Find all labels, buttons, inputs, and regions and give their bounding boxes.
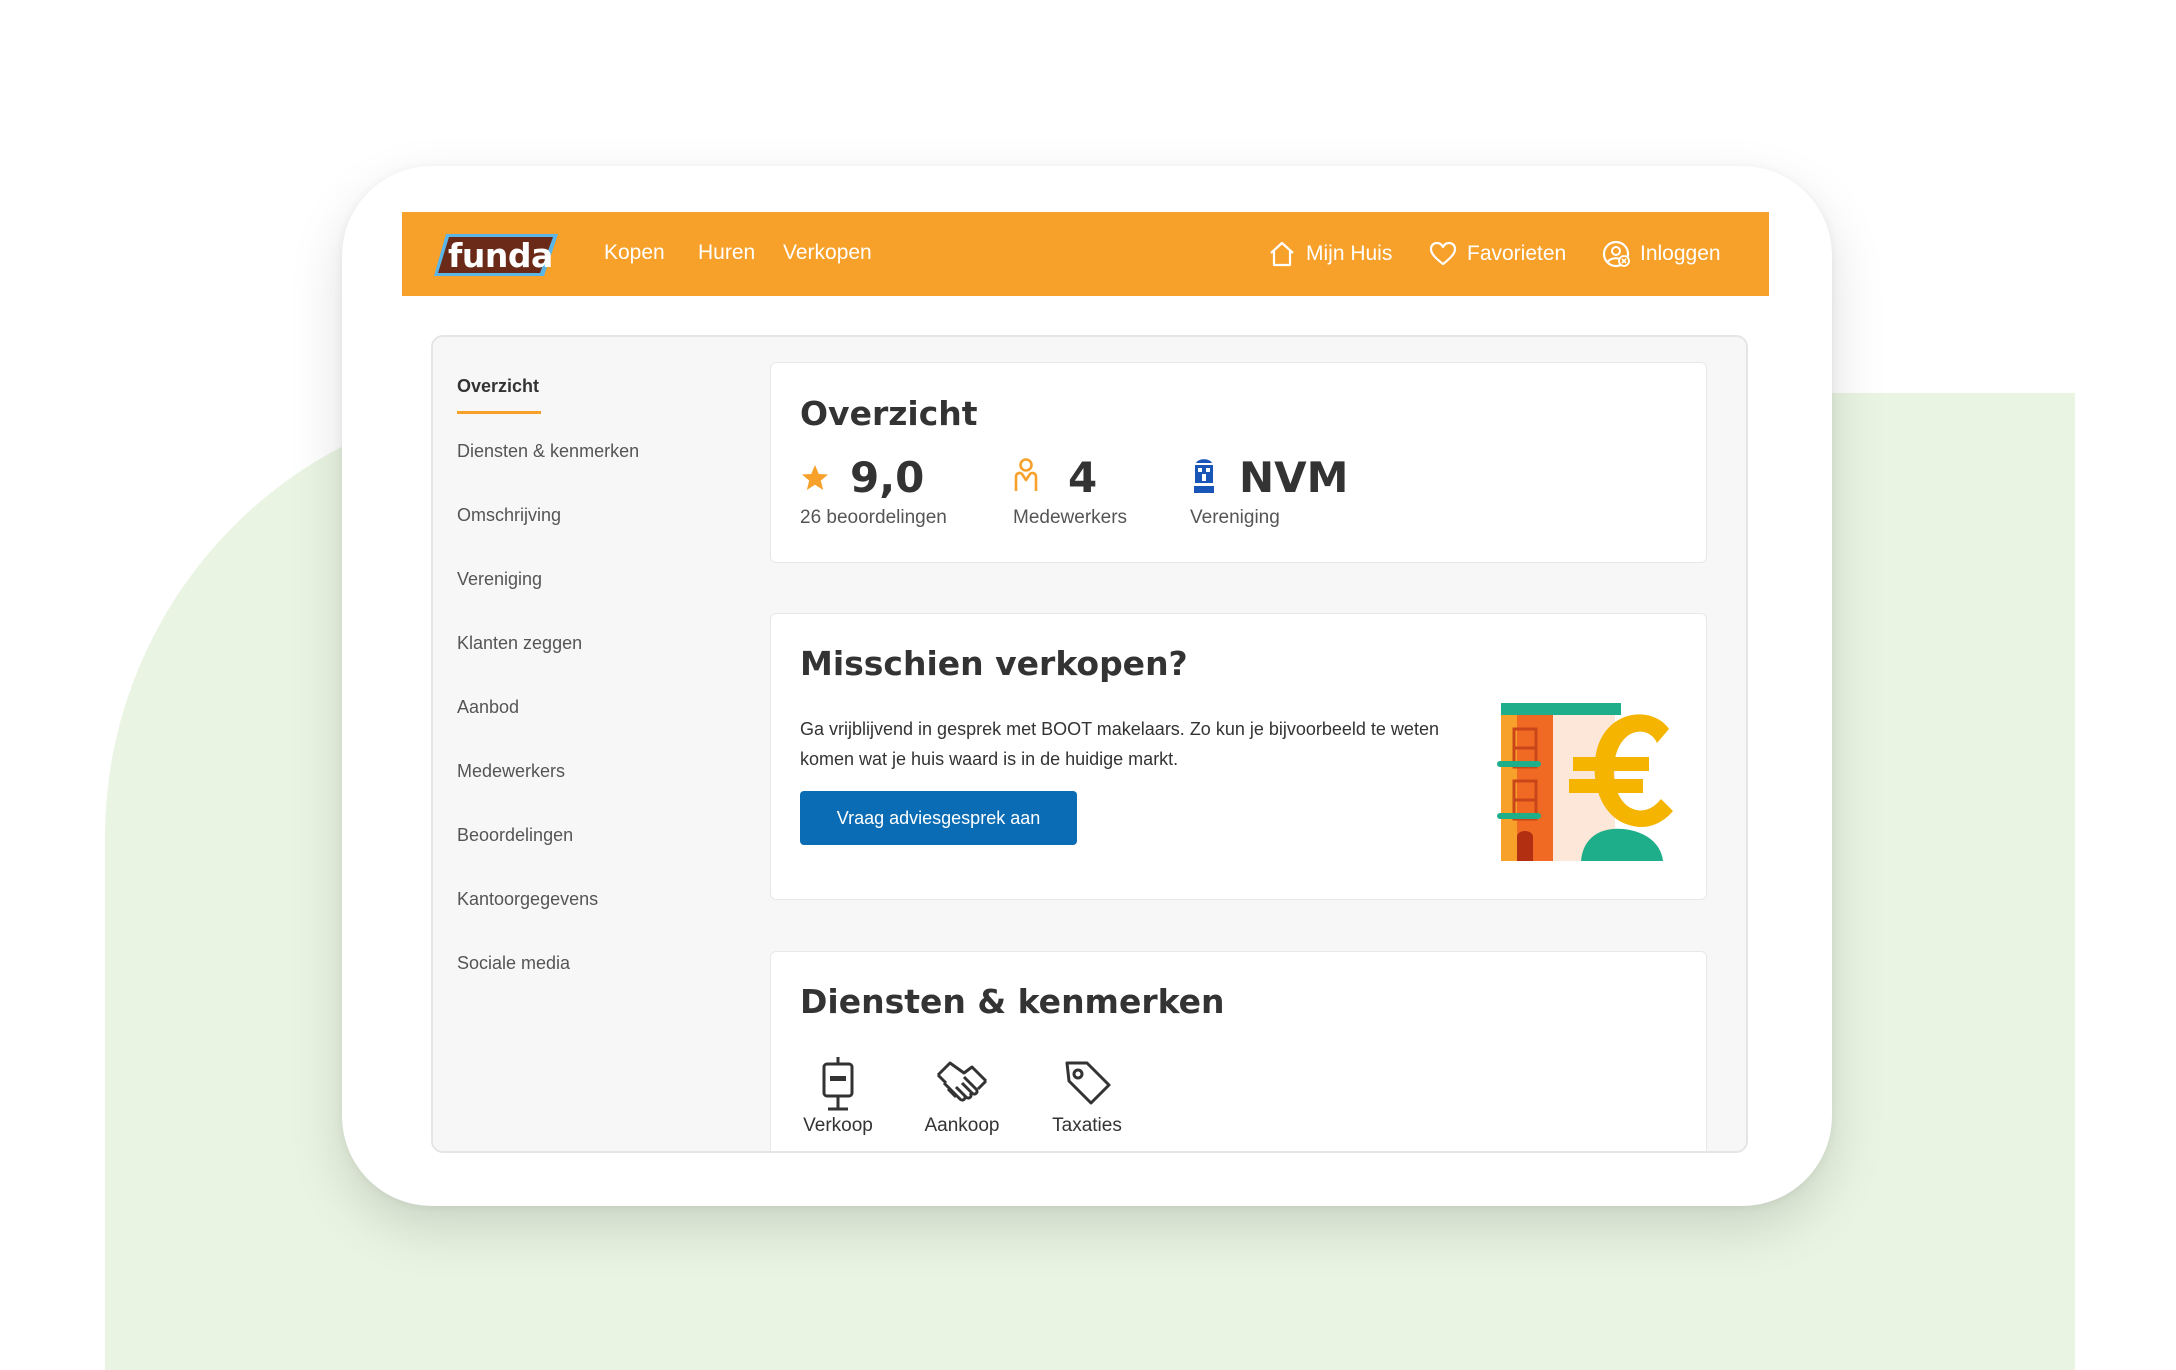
house-icon: [1270, 241, 1294, 267]
sidebar-item-aanbod[interactable]: Aanbod: [457, 697, 519, 718]
sidebar-item-diensten[interactable]: Diensten & kenmerken: [457, 441, 639, 462]
services-card: Diensten & kenmerken Verkoop Aankoop Tax…: [770, 951, 1707, 1151]
favorieten-label: Favorieten: [1467, 242, 1567, 265]
inloggen-link[interactable]: Inloggen: [1601, 239, 1721, 269]
sidebar-active-indicator: [457, 411, 541, 414]
sidebar-item-sociale-media[interactable]: Sociale media: [457, 953, 570, 974]
sell-card: Misschien verkopen? Ga vrijblijvend in g…: [770, 613, 1707, 900]
mijn-huis-link[interactable]: Mijn Huis: [1267, 239, 1392, 269]
service-verkoop: Verkoop: [800, 1055, 876, 1137]
sidebar-item-medewerkers[interactable]: Medewerkers: [457, 761, 565, 782]
association-value: NVM: [1239, 453, 1349, 502]
employees-label: Medewerkers: [1013, 507, 1128, 528]
service-label-aankoop: Aankoop: [924, 1115, 1000, 1136]
person-icon: [1014, 458, 1038, 491]
overview-title: Overzicht: [800, 394, 978, 433]
user-login-icon: [1602, 240, 1630, 268]
sidebar-item-omschrijving[interactable]: Omschrijving: [457, 505, 561, 526]
price-tag-icon: [1065, 1061, 1111, 1105]
service-label-taxaties: Taxaties: [1052, 1115, 1122, 1136]
sell-description: Ga vrijblijvend in gesprek met BOOT make…: [800, 719, 1439, 769]
nav-kopen[interactable]: Kopen: [604, 241, 665, 265]
sidebar-item-klanten-zeggen[interactable]: Klanten zeggen: [457, 633, 582, 654]
favorieten-link[interactable]: Favorieten: [1428, 239, 1566, 269]
rating-count[interactable]: 26 beoordelingen: [800, 507, 947, 529]
logo-text: funda: [448, 236, 553, 275]
sidebar-item-beoordelingen[interactable]: Beoordelingen: [457, 825, 573, 846]
nvm-logo-icon: [1194, 459, 1214, 493]
heart-icon: [1429, 241, 1457, 266]
funda-logo[interactable]: funda: [432, 231, 560, 279]
star-icon: [802, 465, 828, 490]
sell-title: Misschien verkopen?: [800, 644, 1188, 683]
sidebar-item-vereniging[interactable]: Vereniging: [457, 569, 542, 590]
rating-value: 9,0: [850, 453, 925, 502]
nav-huren[interactable]: Huren: [698, 241, 755, 265]
overview-card: Overzicht 9,0 26 beoordelingen 4 Medewer…: [770, 362, 1707, 563]
service-label-verkoop: Verkoop: [803, 1115, 873, 1136]
handshake-icon: [936, 1061, 988, 1102]
services-title: Diensten & kenmerken: [800, 982, 1225, 1021]
service-taxaties: Taxaties: [1045, 1055, 1129, 1137]
nav-verkopen[interactable]: Verkopen: [783, 241, 872, 265]
sidebar-item-kantoorgegevens[interactable]: Kantoorgegevens: [457, 889, 598, 910]
request-advice-button[interactable]: Vraag adviesgesprek aan: [800, 791, 1077, 845]
employees-value: 4: [1068, 453, 1098, 502]
content-frame: Overzicht Diensten & kenmerken Omschrijv…: [431, 335, 1748, 1153]
for-sale-sign-icon: [822, 1057, 854, 1111]
inloggen-label: Inloggen: [1640, 242, 1721, 265]
house-euro-illustration: [1497, 703, 1673, 861]
top-navbar: funda Kopen Huren Verkopen Mijn Huis Fav…: [402, 212, 1769, 296]
association-label: Vereniging: [1190, 507, 1280, 528]
sidebar-item-overzicht[interactable]: Overzicht: [457, 376, 539, 397]
service-aankoop: Aankoop: [920, 1055, 1004, 1137]
mijn-huis-label: Mijn Huis: [1306, 242, 1393, 265]
